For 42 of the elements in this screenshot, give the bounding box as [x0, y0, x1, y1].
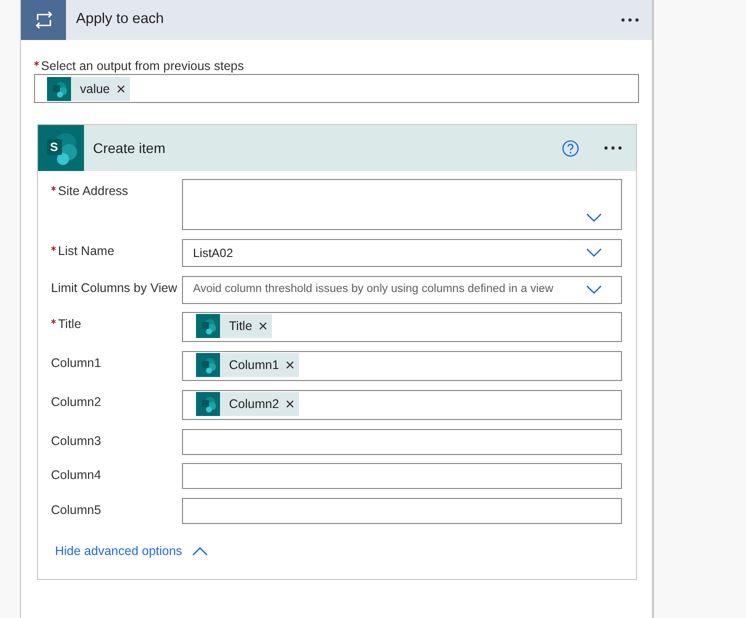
- chevron-down-icon[interactable]: [586, 248, 602, 258]
- chevron-down-icon[interactable]: [586, 285, 602, 294]
- text-field[interactable]: [182, 498, 622, 524]
- help-icon[interactable]: [562, 140, 579, 156]
- field-label: Title: [58, 317, 82, 332]
- token-label: Column2: [229, 396, 280, 412]
- sharepoint-icon: [196, 353, 220, 377]
- loop-title: Apply to each: [76, 10, 164, 30]
- sharepoint-icon: [196, 314, 220, 338]
- field-label: Site Address: [58, 184, 128, 198]
- text-field[interactable]: [182, 463, 622, 490]
- field-label: Column1: [51, 356, 102, 370]
- text-field[interactable]: [182, 428, 622, 454]
- advanced-options-toggle[interactable]: Hide advanced options: [55, 543, 208, 559]
- close-icon[interactable]: [286, 400, 294, 408]
- chevron-down-icon[interactable]: [586, 213, 602, 222]
- more-icon[interactable]: [604, 146, 622, 150]
- more-icon[interactable]: [621, 18, 639, 22]
- dropdown-field[interactable]: ListA02: [182, 238, 622, 267]
- token-label: Title: [229, 318, 252, 334]
- field-label: Limit Columns by View: [51, 280, 178, 294]
- sharepoint-logo: S: [38, 125, 84, 171]
- token-field[interactable]: Title: [182, 312, 622, 342]
- token-field[interactable]: Column1: [182, 351, 622, 381]
- close-icon[interactable]: [116, 84, 125, 92]
- token-label: Column1: [229, 357, 280, 373]
- site-address-dropdown[interactable]: [182, 179, 622, 230]
- dropdown-field[interactable]: Avoid column threshold issues by only using columns defined in a view: [182, 276, 622, 304]
- field-label: Select an output from previous steps: [41, 59, 244, 73]
- close-icon[interactable]: [259, 322, 268, 330]
- close-icon[interactable]: [286, 361, 294, 369]
- token-label: value: [80, 80, 110, 96]
- field-label: Column3: [51, 434, 102, 448]
- token-field[interactable]: Column2: [182, 390, 622, 420]
- output-token-field[interactable]: value: [34, 74, 639, 103]
- action-title: Create item: [93, 138, 166, 158]
- field-label: Column2: [51, 394, 102, 409]
- field-label: List Name: [58, 244, 114, 258]
- sharepoint-icon: [47, 76, 71, 100]
- field-label: Column4: [51, 468, 102, 482]
- field-label: Column5: [51, 503, 102, 517]
- sharepoint-icon: [196, 392, 220, 416]
